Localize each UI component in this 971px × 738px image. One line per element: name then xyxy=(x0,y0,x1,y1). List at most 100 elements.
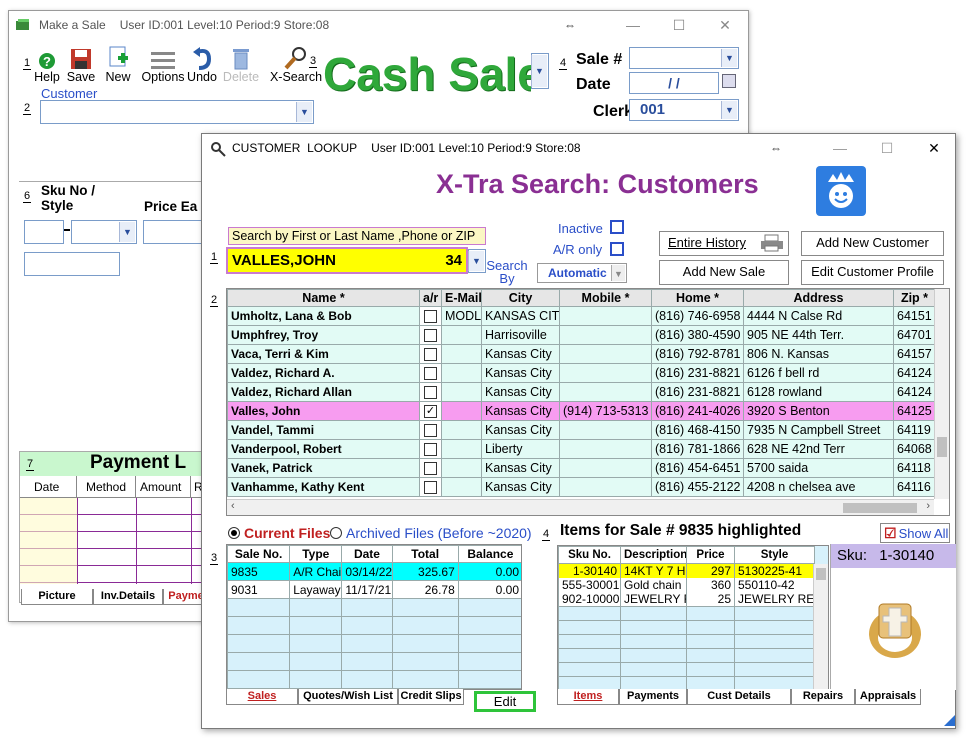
customer-row[interactable]: Vanhamme, Kathy Kent Kansas City (816) 455… xyxy=(227,477,936,497)
customer-zip: 64118 xyxy=(893,458,936,478)
customer-row[interactable]: Vanderpool, Robert Liberty (816) 781-1866 6… xyxy=(227,439,936,459)
ar-only-checkbox[interactable] xyxy=(610,242,624,256)
maximize-button[interactable]: ☐ xyxy=(659,17,699,34)
inactive-checkbox[interactable] xyxy=(610,220,624,234)
ar-checkbox[interactable] xyxy=(424,386,437,400)
edit-button[interactable]: Edit xyxy=(474,691,536,712)
sales-row[interactable]: 9031 Layaway 11/17/21 26.78 0.00 xyxy=(227,580,521,599)
tab-items[interactable]: Items xyxy=(557,689,619,705)
entire-history-button[interactable]: Entire History xyxy=(659,231,789,256)
new-button[interactable]: New xyxy=(101,44,135,84)
horizontal-scrollbar[interactable]: ‹ › xyxy=(227,499,934,515)
tab-credit-slips[interactable]: Credit Slips xyxy=(398,689,464,705)
svg-text:?: ? xyxy=(43,54,51,69)
customer-home-phone: (816) 746-6958 xyxy=(651,306,744,326)
num-3: 3 xyxy=(210,552,219,565)
minimize-button[interactable]: — xyxy=(820,140,860,156)
scroll-thumb[interactable] xyxy=(937,437,947,457)
options-button[interactable]: Options xyxy=(139,44,187,84)
customer-row[interactable]: Valdez, Richard A. Kansas City (816) 231-8… xyxy=(227,363,936,383)
items-scrollbar[interactable] xyxy=(813,564,828,689)
tab-cust-details[interactable]: Cust Details xyxy=(687,689,791,705)
tab-quotes[interactable]: Quotes/Wish List xyxy=(298,689,398,705)
item-row[interactable]: 1-30140 14KT Y 7 H 297 5130225-41 xyxy=(558,563,815,578)
resize-grip-icon[interactable] xyxy=(944,715,955,726)
ar-checkbox[interactable] xyxy=(424,348,437,362)
customer-row[interactable]: Vandel, Tammi Kansas City (816) 468-4150 79… xyxy=(227,420,936,440)
date-field[interactable]: / / xyxy=(629,72,719,94)
minimize-button[interactable]: — xyxy=(613,17,653,33)
sku-prefix-field[interactable] xyxy=(24,220,64,244)
search-mode-select[interactable]: Automatic ▼ xyxy=(537,263,627,283)
save-button[interactable]: Save xyxy=(65,44,97,84)
ar-only-label: A/R only xyxy=(553,242,603,257)
ar-checkbox[interactable] xyxy=(424,481,437,495)
tab-repairs[interactable]: Repairs xyxy=(791,689,855,705)
style-field[interactable] xyxy=(24,252,120,276)
sale-type-dropdown[interactable]: ▼ xyxy=(531,53,549,89)
options-icon xyxy=(139,44,187,70)
items-scroll-thumb[interactable] xyxy=(816,568,826,580)
customer-city: Kansas City xyxy=(481,477,560,497)
price-each-field[interactable] xyxy=(143,220,207,244)
sku-suffix-field[interactable]: ▼ xyxy=(71,220,137,244)
item-row[interactable]: 555-30001 Gold chain 360 550110-42 xyxy=(558,578,815,592)
check-icon: ☑ xyxy=(884,524,897,541)
customer-city: KANSAS CIT xyxy=(481,306,560,326)
add-customer-button[interactable]: Add New Customer xyxy=(801,231,944,256)
sku-preview-header: Sku: 1-30140 xyxy=(831,544,956,568)
ar-checkbox[interactable]: ✓ xyxy=(424,405,437,419)
ar-checkbox[interactable] xyxy=(424,310,437,324)
tab-inv-details[interactable]: Inv.Details xyxy=(93,589,163,605)
customer-row[interactable]: Umphfrey, Troy Harrisoville (816) 380-4590… xyxy=(227,325,936,345)
customer-address: 806 N. Kansas xyxy=(743,344,894,364)
ar-checkbox[interactable] xyxy=(424,443,437,457)
close-button[interactable]: ✕ xyxy=(914,140,954,157)
clerk-field[interactable]: 001 ▼ xyxy=(629,99,739,121)
customer-email xyxy=(441,325,482,345)
search-dropdown[interactable]: ▼ xyxy=(468,249,486,273)
ar-checkbox[interactable] xyxy=(424,329,437,343)
ar-checkbox[interactable] xyxy=(424,424,437,438)
delete-button[interactable]: Delete xyxy=(221,44,261,84)
front-window-status: User ID:001 Level:10 Period:9 Store:08 xyxy=(371,141,581,155)
empty-cell xyxy=(686,676,735,689)
archived-files-radio[interactable]: Archived Files (Before ~2020) xyxy=(330,525,532,541)
tab-sales[interactable]: Sales xyxy=(226,689,298,705)
empty-cell xyxy=(457,616,521,635)
ar-checkbox[interactable] xyxy=(424,367,437,381)
ar-cell xyxy=(419,382,442,402)
item-price: 25 xyxy=(686,592,735,607)
sale-total: 325.67 xyxy=(391,562,459,581)
empty-cell xyxy=(391,634,459,653)
sale-no-field[interactable]: ▼ xyxy=(629,47,739,69)
edit-profile-button[interactable]: Edit Customer Profile xyxy=(801,260,944,285)
help-button[interactable]: ? Help xyxy=(33,44,61,84)
customer-row-selected[interactable]: Valles, John ✓ Kansas City (914) 713-5313 (8… xyxy=(227,401,936,421)
undo-button[interactable]: Undo xyxy=(187,44,217,84)
customer-row[interactable]: Vaca, Terri & Kim Kansas City (816) 792-87… xyxy=(227,344,936,364)
maximize-button[interactable]: ☐ xyxy=(867,140,907,157)
customer-search-input[interactable]: VALLES,JOHN 34 xyxy=(226,247,468,274)
item-row[interactable]: 902-10000 JEWELRY F 25 JEWELRY RE xyxy=(558,592,815,607)
customer-row[interactable]: Valdez, Richard Allan Kansas City (816) 23… xyxy=(227,382,936,402)
sales-header-row: Sale No. Type Date Total Balance xyxy=(227,545,521,563)
customer-row[interactable]: Vanek, Patrick Kansas City (816) 454-6451 5… xyxy=(227,458,936,478)
current-files-radio[interactable]: Current Files xyxy=(228,525,330,541)
close-button[interactable]: ✕ xyxy=(705,17,745,34)
num-7: 7 xyxy=(26,458,35,471)
add-sale-button[interactable]: Add New Sale xyxy=(659,260,789,285)
customer-row[interactable]: Umholtz, Lana & Bob MODL KANSAS CIT (816) 7… xyxy=(227,306,936,326)
tab-appraisals[interactable]: Appraisals xyxy=(855,689,921,705)
ar-checkbox[interactable] xyxy=(424,462,437,476)
vertical-scrollbar[interactable] xyxy=(934,289,949,499)
customer-field[interactable]: ▼ xyxy=(40,100,314,124)
sales-row[interactable]: 9835 A/R Chai 03/14/22 325.67 0.00 xyxy=(227,562,521,581)
tab-picture[interactable]: Picture xyxy=(21,589,93,605)
show-all-checkbox[interactable]: ☑ Show All xyxy=(880,523,950,543)
tab-payments[interactable]: Payments xyxy=(619,689,687,705)
num-1: 1 xyxy=(23,57,32,70)
hscroll-thumb[interactable] xyxy=(843,503,917,513)
calendar-icon[interactable] xyxy=(722,74,736,88)
customer-address: 905 NE 44th Terr. xyxy=(743,325,894,345)
